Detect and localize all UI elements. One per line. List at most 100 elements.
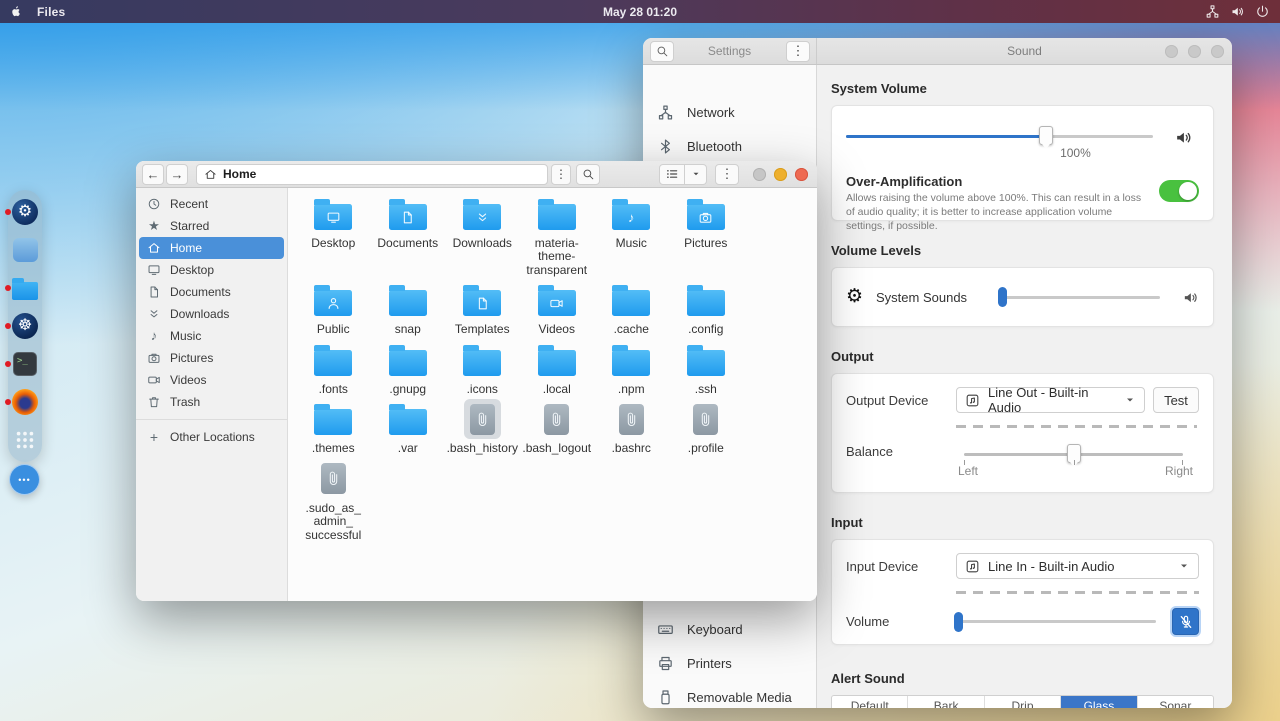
grid-item-label: snap [395,323,421,336]
sidebar-item-home[interactable]: Home [139,237,284,259]
settings-menu-button[interactable]: ⋮ [786,41,810,62]
distro-logo-icon[interactable] [9,4,23,19]
settings-sidebar-item-network[interactable]: Network [643,95,816,129]
input-volume-slider[interactable] [956,612,1156,632]
grid-item-themes[interactable]: .themes [296,399,371,455]
grid-item-videos[interactable]: Videos [520,280,595,336]
sidebar-item-videos[interactable]: Videos [139,369,284,391]
over-amplification-toggle[interactable] [1159,180,1199,202]
alert-sound-sonar[interactable]: Sonar [1137,696,1213,708]
grid-item-fonts[interactable]: .fonts [296,340,371,396]
sidebar-item-pictures[interactable]: Pictures [139,347,284,369]
files-search-button[interactable] [576,164,600,185]
settings-search-button[interactable] [650,41,674,62]
input-device-dropdown[interactable]: Line In - Built-in Audio [956,553,1199,579]
grid-item-config[interactable]: .config [669,280,744,336]
volume-icon[interactable] [1230,4,1245,19]
back-button[interactable]: ← [142,164,164,185]
grid-item-desktop[interactable]: Desktop [296,194,371,277]
sidebar-item-recent[interactable]: Recent [139,193,284,215]
network-hub-icon[interactable] [1205,4,1220,19]
alert-sound-bark[interactable]: Bark [907,696,983,708]
dock-item-blue-app[interactable] [12,237,38,263]
settings-sidebar-item-bluetooth[interactable]: Bluetooth [643,129,816,163]
alert-sound-drip[interactable]: Drip [984,696,1060,708]
path-bar[interactable]: Home [196,164,548,185]
grid-item-bashrc[interactable]: .bashrc [594,399,669,455]
grid-item-local[interactable]: .local [520,340,595,396]
power-icon[interactable] [1255,4,1270,19]
settings-sidebar-item-printers[interactable]: Printers [643,646,816,680]
sidebar-item-music[interactable]: ♪Music [139,325,284,347]
grid-item-sudo-as-admin-successful[interactable]: .sudo_as_admin_successful [296,459,371,542]
balance-slider[interactable]: Left Right [964,444,1183,478]
settings-minimize-button[interactable] [1165,45,1178,58]
grid-item-var[interactable]: .var [371,399,446,455]
settings-maximize-button[interactable] [1188,45,1201,58]
grid-item-npm[interactable]: .npm [594,340,669,396]
dock-item-app-grid[interactable] [12,427,38,453]
alert-sound-heading: Alert Sound [831,671,1214,686]
sidebar-item-starred[interactable]: ★Starred [139,215,284,237]
alert-sound-glass[interactable]: Glass [1060,696,1136,708]
dock-item-firefox[interactable] [12,389,38,415]
files-maximize-button[interactable] [774,168,787,181]
grid-item-label: .cache [614,323,649,336]
settings-close-button[interactable] [1211,45,1224,58]
view-toggle-button[interactable] [659,164,685,185]
view-options-button[interactable] [685,164,707,185]
sidebar-item-trash[interactable]: Trash [139,391,284,413]
mic-mute-button[interactable] [1172,608,1199,635]
grid-item-music[interactable]: ♪Music [594,194,669,277]
system-volume-handle[interactable] [1039,126,1053,145]
sidebar-item-documents[interactable]: Documents [139,281,284,303]
path-menu-button[interactable]: ⋮ [551,164,571,185]
grid-item-pictures[interactable]: Pictures [669,194,744,277]
paperclip-icon [325,470,342,487]
grid-item-snap[interactable]: snap [371,280,446,336]
system-sounds-slider[interactable] [1000,287,1160,307]
grid-item-public[interactable]: Public [296,280,371,336]
grid-item-documents[interactable]: Documents [371,194,446,277]
grid-item-bash-logout[interactable]: .bash_logout [520,399,595,455]
grid-item-gnupg[interactable]: .gnupg [371,340,446,396]
clock[interactable]: May 28 01:20 [603,5,677,19]
files-folder-icon [12,275,38,301]
dock-item-terminal[interactable]: >_ [12,351,38,377]
forward-button[interactable]: → [166,164,188,185]
grid-item-cache[interactable]: .cache [594,280,669,336]
sidebar-item-label: Documents [170,285,231,299]
files-close-button[interactable] [795,168,808,181]
sidebar-item-label: Home [170,241,202,255]
dock-more-button[interactable]: ••• [9,464,40,495]
dock-item-files[interactable] [12,275,38,301]
test-speakers-button[interactable]: Test [1153,387,1199,413]
grid-item-ssh[interactable]: .ssh [669,340,744,396]
system-volume-slider[interactable]: 100% [846,106,1199,168]
alert-sound-default[interactable]: Default [832,696,907,708]
settings-sidebar-item-removable-media[interactable]: Removable Media [643,680,816,708]
sidebar-item-other-locations[interactable]: +Other Locations [139,426,284,448]
grid-item-profile[interactable]: .profile [669,399,744,455]
dock-item-software[interactable]: ☸ [12,313,38,339]
input-volume-label: Volume [846,614,956,629]
grid-item-materia-theme-transparent[interactable]: materia-theme-transparent [520,194,595,277]
dock-item-settings[interactable]: ⚙ [12,199,38,225]
sidebar-item-downloads[interactable]: Downloads [139,303,284,325]
settings-sidebar-item-keyboard[interactable]: Keyboard [643,612,816,646]
files-menu-button[interactable]: ⋮ [715,164,739,185]
files-minimize-button[interactable] [753,168,766,181]
document-emblem-icon [389,204,427,230]
firefox-icon [12,389,38,415]
grid-item-label: Videos [539,323,575,336]
grid-item-icons[interactable]: .icons [445,340,520,396]
grid-item-label: .config [688,323,723,336]
grid-item-templates[interactable]: Templates [445,280,520,336]
active-app-name[interactable]: Files [37,5,65,19]
output-device-dropdown[interactable]: Line Out - Built-in Audio [956,387,1145,413]
input-volume-handle[interactable] [954,612,963,632]
grid-item-downloads[interactable]: Downloads [445,194,520,277]
grid-item-bash-history[interactable]: .bash_history [445,399,520,455]
system-sounds-handle[interactable] [998,287,1007,307]
sidebar-item-desktop[interactable]: Desktop [139,259,284,281]
